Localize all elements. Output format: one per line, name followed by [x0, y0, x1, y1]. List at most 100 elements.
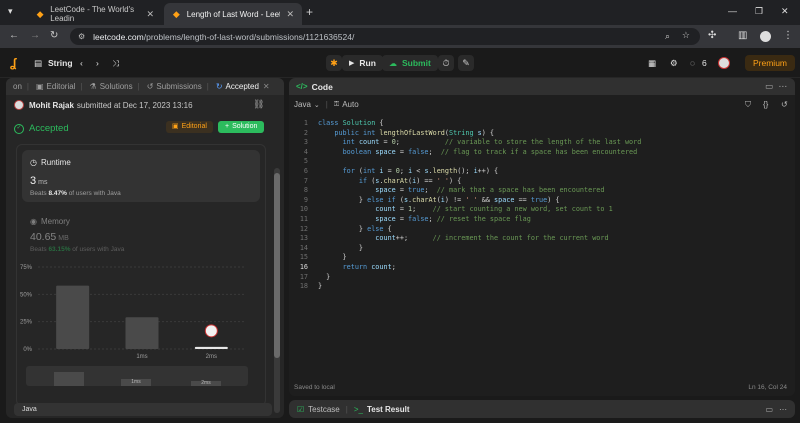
checkbox-icon: ☑ [297, 404, 305, 414]
beats-prefix: Beats [30, 246, 47, 253]
distribution-minimap[interactable]: 1ms 2ms [26, 366, 248, 386]
profile-avatar[interactable] [760, 31, 771, 42]
author-avatar[interactable] [14, 100, 24, 110]
url-text: leetcode.com/problems/length-of-last-wor… [93, 31, 355, 42]
bookmark-icon[interactable]: ⛉ [745, 100, 751, 110]
code-line: 18} [299, 282, 323, 291]
streak-fire-icon[interactable]: ◌ [690, 58, 695, 68]
author-name[interactable]: Mohit Rajak [29, 101, 74, 110]
tab-submissions[interactable]: ↺ Submissions [147, 82, 202, 91]
tab-accepted[interactable]: ↻ Accepted ✕ [216, 82, 270, 91]
editorial-button[interactable]: ▣ Editorial [166, 121, 213, 133]
panel-menu-icon[interactable]: ⋯ [779, 81, 788, 92]
forward-icon[interactable]: → [30, 30, 40, 41]
timer-icon[interactable]: ⏱ [438, 55, 454, 71]
y-tick-label: 25% [20, 320, 33, 326]
share-link-icon[interactable]: ⛓ [253, 99, 264, 110]
memory-value: 40.65 MB [30, 231, 69, 243]
memory-card[interactable]: ◉ Memory 40.65 MB Beats 63.15% of users wi… [22, 209, 260, 259]
problem-list-title[interactable]: String [48, 58, 73, 68]
beats-suffix: of users with Java [68, 190, 121, 197]
streak-count: 6 [702, 58, 707, 68]
reset-code-icon[interactable]: ↺ [781, 100, 788, 109]
notes-icon[interactable]: ✎ [458, 55, 474, 71]
panel-menu-icon[interactable]: ⋯ [779, 405, 787, 414]
minimize-icon[interactable]: — [728, 6, 737, 16]
mode-select[interactable]: Auto [342, 100, 358, 109]
clock-icon: ◷ [30, 158, 37, 167]
beats-suffix: of users with Java [72, 246, 125, 253]
premium-button[interactable]: Premium [745, 55, 796, 71]
site-info-icon[interactable]: ⚙ [78, 32, 85, 41]
bar [56, 285, 90, 349]
tab-description[interactable]: on [13, 82, 22, 91]
close-window-icon[interactable]: ✕ [781, 6, 789, 17]
back-icon[interactable]: ← [9, 30, 19, 41]
code-line: 4 boolean space = false; // flag to trac… [303, 147, 638, 156]
status-label: Accepted [29, 123, 69, 134]
runtime-card[interactable]: ◷ Runtime 3 ms Beats 8.47% of users with J… [22, 150, 260, 202]
code-area[interactable]: 1 class Solution { 2 public int lengthOfL… [289, 119, 795, 292]
saved-status: Saved to local [294, 384, 335, 391]
leetcode-logo-icon[interactable]: ʆ [10, 56, 22, 70]
code-line: 16 return count; [299, 262, 396, 271]
user-marker-avatar [204, 324, 218, 338]
format-braces-icon[interactable]: {} [763, 100, 768, 109]
beats-pct: 63.15% [48, 246, 71, 253]
tab-divider: | [26, 82, 29, 91]
language-select[interactable]: Java [294, 100, 311, 109]
browser-toolbar: ← → ↻ ⚙ leetcode.com/problems/length-of-… [0, 25, 800, 48]
bar [125, 317, 159, 349]
problem-list-icon[interactable]: ▤ [34, 58, 42, 69]
code-panel-header: </> Code ▭ ⋯ [289, 78, 795, 95]
close-tab-icon[interactable]: ✕ [263, 82, 270, 91]
extensions-icon[interactable]: ✣ [708, 30, 716, 41]
testcase-panel: ☑ Testcase | >_ Test Result ▭ ⋯ [289, 400, 795, 418]
settings-gear-icon[interactable]: ⚙ [670, 58, 678, 69]
reload-icon[interactable]: ↻ [50, 30, 58, 41]
maximize-icon[interactable]: ▭ [765, 81, 773, 92]
address-bar[interactable]: ⚙ leetcode.com/problems/length-of-last-w… [70, 28, 700, 45]
browser-tab-length-of-last-word[interactable]: ◆ Length of Last Word - LeetCode ✕ [164, 3, 302, 25]
check-circle-icon: ✓ [14, 123, 24, 134]
debug-icon[interactable]: ✱ [326, 55, 342, 71]
next-problem-icon[interactable]: › [96, 58, 99, 68]
tab-editorial[interactable]: ▣ Editorial [36, 82, 75, 91]
runtime-distribution-chart[interactable]: 0% 25% 50% 75% 1ms 2ms [6, 263, 256, 363]
tab-testcase[interactable]: Testcase [308, 405, 340, 414]
user-avatar[interactable] [718, 57, 730, 69]
new-tab-icon[interactable]: + [306, 5, 313, 19]
side-panel-icon[interactable]: ▥ [738, 30, 747, 41]
maximize-icon[interactable]: ▭ [765, 405, 773, 414]
tab-solutions[interactable]: ⚗ Solutions [90, 82, 133, 91]
terminal-icon: >_ [353, 404, 363, 414]
play-icon: ▶ [349, 60, 355, 67]
language-label[interactable]: Java [14, 403, 272, 416]
beats-pct: 8.47% [48, 190, 67, 197]
browser-tab-title: Length of Last Word - LeetCode [186, 9, 281, 19]
toolbar-divider: | [325, 100, 328, 109]
submit-button[interactable]: ☁ Submit [382, 55, 438, 71]
close-tab-icon[interactable]: ✕ [140, 9, 154, 20]
code-line: 17 } [299, 272, 331, 281]
prev-problem-icon[interactable]: ‹ [80, 58, 83, 68]
code-line: 14 } [299, 243, 364, 252]
tab-test-result[interactable]: Test Result [367, 405, 410, 414]
browser-tab-leetcode[interactable]: ◆ LeetCode - The World's Leadin ✕ [28, 3, 162, 25]
x-tick-label: 1ms [136, 354, 147, 360]
tab-search-icon[interactable]: ▾ [8, 6, 13, 17]
y-tick-label: 0% [23, 347, 32, 353]
bookmark-star-icon[interactable]: ☆ [682, 30, 690, 41]
solution-button[interactable]: + Solution [218, 121, 265, 133]
left-scrollbar-thumb[interactable] [274, 173, 280, 358]
runtime-title: ◷ Runtime [30, 158, 71, 167]
zoom-icon[interactable]: ⌕ [665, 31, 670, 42]
shuffle-icon[interactable]: ⤨ [112, 58, 119, 69]
leetcode-favicon-icon: ◆ [36, 9, 44, 19]
tab-label: on [13, 82, 22, 91]
run-button[interactable]: ▶ Run [342, 55, 383, 71]
close-tab-icon[interactable]: ✕ [280, 9, 294, 20]
browser-menu-icon[interactable]: ⋮ [783, 30, 793, 41]
restore-icon[interactable]: ❐ [755, 6, 763, 17]
layout-icon[interactable]: ▦ [648, 58, 656, 69]
